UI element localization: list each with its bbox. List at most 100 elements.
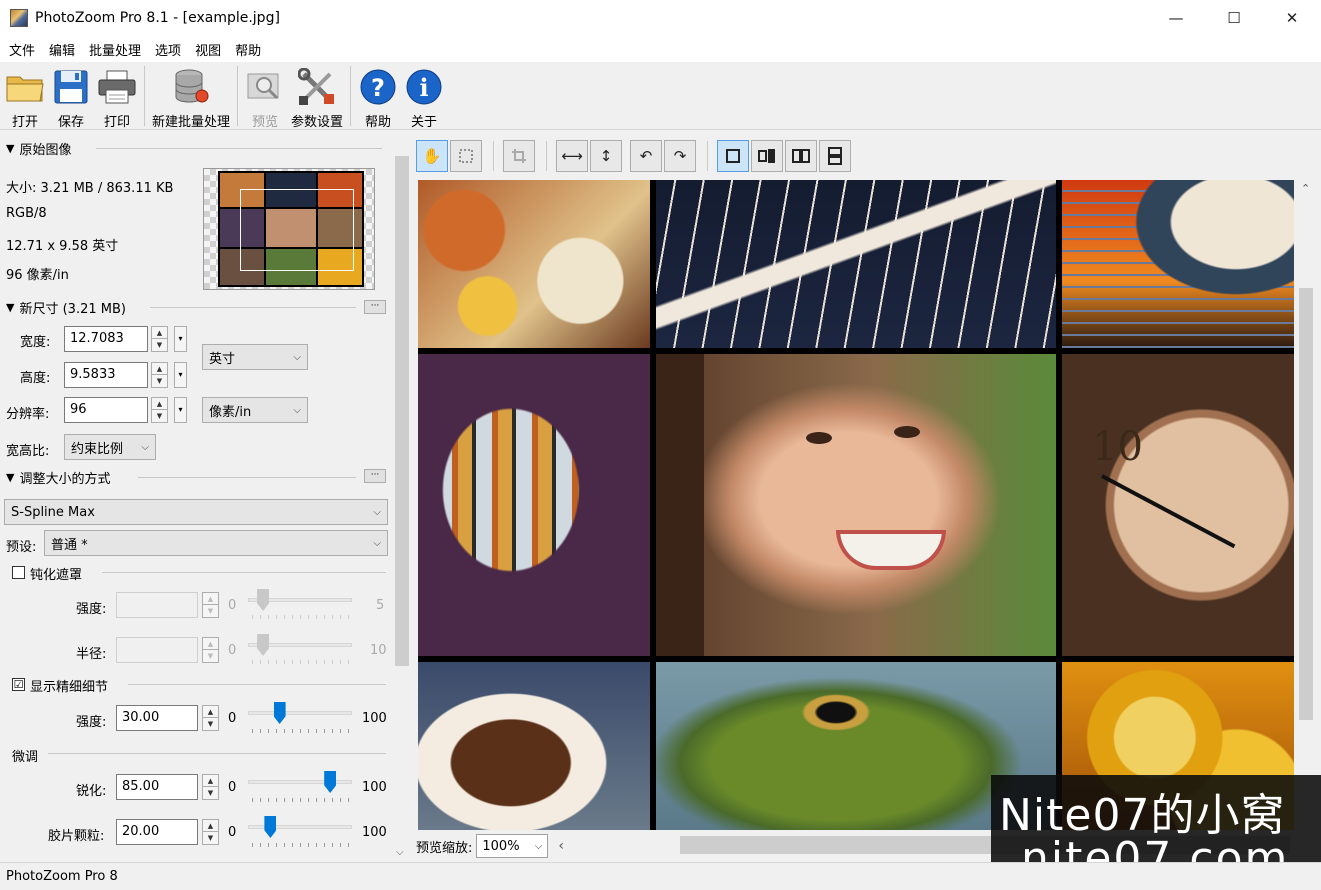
- film-grain-track[interactable]: [248, 825, 352, 829]
- rotate-right-button[interactable]: ↷: [664, 140, 696, 172]
- photo-clock-tile: 10: [1062, 354, 1294, 656]
- range-min: 0: [228, 780, 237, 795]
- maximize-button[interactable]: ☐: [1205, 0, 1263, 36]
- hand-tool-button[interactable]: ✋: [416, 140, 448, 172]
- unsharp-mask-checkbox[interactable]: [12, 566, 25, 579]
- split-view-button[interactable]: [751, 140, 783, 172]
- section-original-image[interactable]: ▼ 原始图像: [6, 139, 71, 158]
- fine-detail-checkbox[interactable]: ☑: [12, 678, 25, 691]
- sharpen-spinner[interactable]: ▲ ▼: [202, 774, 219, 800]
- finetune-heading: 微调: [12, 750, 39, 765]
- chevron-down-icon: ⌵: [373, 506, 381, 518]
- detail-strength-spinner[interactable]: ▲ ▼: [202, 705, 219, 731]
- selection-tool-button[interactable]: [450, 140, 482, 172]
- slider-ticks: [252, 843, 350, 847]
- scroll-up-arrow-icon[interactable]: ⌃: [1301, 182, 1310, 195]
- sharpen-input[interactable]: 85.00: [116, 774, 198, 800]
- height-spinner[interactable]: ▲ ▼: [151, 362, 168, 388]
- sharpen-slider-thumb[interactable]: [324, 771, 337, 793]
- navigator-thumbnail[interactable]: [203, 168, 375, 290]
- main-toolbar: 打开 保存 打印 新建批量处理 预览 参数设置 ? 帮助 i 关于: [0, 62, 1321, 130]
- menu-batch[interactable]: 批量处理: [82, 40, 148, 59]
- toolbar-separator: [546, 141, 547, 171]
- fine-detail-label: 显示精细细节: [30, 680, 109, 695]
- chevron-down-icon: ⌵: [373, 537, 381, 549]
- settings-panel-scrollbar[interactable]: ⌵: [393, 146, 411, 858]
- resolution-unit-select[interactable]: 像素/in ⌵: [202, 397, 308, 423]
- preview-zoom-select[interactable]: 100% ⌵: [476, 834, 549, 858]
- width-spinner[interactable]: ▲ ▼: [151, 326, 168, 352]
- preview-button[interactable]: 预览: [245, 62, 285, 130]
- menu-file[interactable]: 文件: [2, 40, 42, 59]
- sharpen-track[interactable]: [248, 780, 352, 784]
- divider: [128, 684, 386, 685]
- flip-horizontal-button[interactable]: ⟷: [556, 140, 588, 172]
- menu-edit[interactable]: 编辑: [42, 40, 82, 59]
- save-button[interactable]: 保存: [51, 62, 91, 130]
- close-button[interactable]: ✕: [1263, 0, 1321, 36]
- preview-canvas[interactable]: 10: [418, 180, 1294, 830]
- about-button[interactable]: i 关于: [404, 62, 444, 130]
- detail-strength-input[interactable]: 30.00: [116, 705, 198, 731]
- help-button[interactable]: ? 帮助: [358, 62, 398, 130]
- resolution-spinner[interactable]: ▲ ▼: [151, 397, 168, 423]
- rotate-left-button[interactable]: ↶: [630, 140, 662, 172]
- width-input[interactable]: 12.7083: [64, 326, 148, 352]
- preview-vertical-scrollbar[interactable]: ⌃: [1296, 180, 1316, 830]
- unsharp-strength-spinner[interactable]: ▲ ▼: [202, 592, 219, 618]
- preset-select[interactable]: 普通 * ⌵: [44, 530, 388, 556]
- toolbar-separator: [237, 66, 239, 126]
- unsharp-radius-input[interactable]: [116, 637, 198, 663]
- unsharp-strength-slider-thumb[interactable]: [257, 589, 270, 611]
- side-by-side-button[interactable]: [785, 140, 817, 172]
- preview-magnifier-icon: [245, 68, 285, 106]
- navigator-viewport-rect[interactable]: [240, 189, 354, 271]
- detail-strength-slider-thumb[interactable]: [273, 702, 286, 724]
- photo-coffee-tile: [418, 662, 650, 830]
- unsharp-radius-spinner[interactable]: ▲ ▼: [202, 637, 219, 663]
- toolbar-separator: [350, 66, 352, 126]
- print-button[interactable]: 打印: [97, 62, 137, 130]
- sharpen-label: 锐化:: [76, 784, 107, 799]
- open-button[interactable]: 打开: [5, 62, 45, 130]
- resize-method-select[interactable]: S-Spline Max ⌵: [4, 499, 388, 525]
- detail-strength-track[interactable]: [248, 711, 352, 715]
- film-grain-slider-thumb[interactable]: [264, 816, 277, 838]
- original-resolution: 96 像素/in: [6, 268, 69, 283]
- section-new-size[interactable]: ▼ 新尺寸 (3.21 MB): [6, 298, 126, 317]
- single-view-button[interactable]: [717, 140, 749, 172]
- flip-vertical-button[interactable]: ↕: [590, 140, 622, 172]
- unsharp-radius-slider-thumb[interactable]: [257, 634, 270, 656]
- scroll-left-arrow-icon[interactable]: ‹: [558, 838, 564, 854]
- resolution-menu-button[interactable]: ▾: [174, 397, 187, 423]
- aspect-ratio-select[interactable]: 约束比例 ⌵: [64, 434, 156, 460]
- menu-options[interactable]: 选项: [148, 40, 188, 59]
- unsharp-strength-input[interactable]: [116, 592, 198, 618]
- settings-button[interactable]: 参数设置: [291, 62, 343, 130]
- menu-help[interactable]: 帮助: [228, 40, 268, 59]
- size-unit-select[interactable]: 英寸 ⌵: [202, 344, 308, 370]
- new-batch-button[interactable]: 新建批量处理: [152, 62, 230, 130]
- resolution-input[interactable]: 96: [64, 397, 148, 423]
- original-size: 大小: 3.21 MB / 863.11 KB: [6, 181, 174, 196]
- width-label: 宽度:: [20, 335, 51, 350]
- chevron-down-icon: ⌵: [141, 441, 149, 453]
- width-menu-button[interactable]: ▾: [174, 326, 187, 352]
- film-grain-input[interactable]: 20.00: [116, 819, 198, 845]
- minimize-button[interactable]: —: [1147, 0, 1205, 36]
- top-bottom-button[interactable]: [819, 140, 851, 172]
- scrollbar-thumb[interactable]: [1299, 288, 1313, 720]
- crop-button[interactable]: [503, 140, 535, 172]
- height-menu-button[interactable]: ▾: [174, 362, 187, 388]
- new-size-more-button[interactable]: ···: [364, 300, 386, 314]
- hand-icon: ✋: [422, 147, 442, 165]
- film-grain-spinner[interactable]: ▲ ▼: [202, 819, 219, 845]
- menu-bar: 文件 编辑 批量处理 选项 视图 帮助: [0, 36, 1321, 62]
- scrollbar-thumb[interactable]: [395, 156, 409, 666]
- height-input[interactable]: 9.5833: [64, 362, 148, 388]
- scroll-down-arrow-icon[interactable]: ⌵: [396, 847, 404, 858]
- menu-view[interactable]: 视图: [188, 40, 228, 59]
- section-resize-method[interactable]: ▼ 调整大小的方式: [6, 468, 110, 487]
- resize-method-more-button[interactable]: ···: [364, 469, 386, 483]
- film-grain-label: 胶片颗粒:: [48, 829, 105, 844]
